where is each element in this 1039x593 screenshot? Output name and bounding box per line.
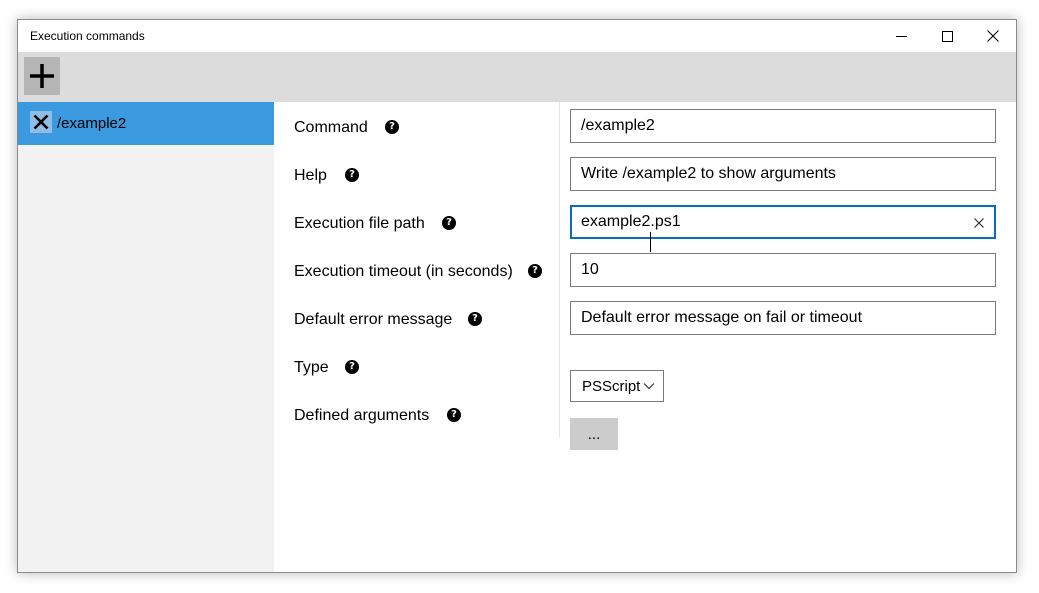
add-command-button[interactable]	[24, 57, 60, 95]
question-icon[interactable]: ?	[345, 360, 359, 374]
help-input[interactable]	[570, 157, 996, 191]
question-icon[interactable]: ?	[385, 120, 399, 134]
exec-path-label: Execution file path	[294, 215, 425, 232]
command-list: /example2	[18, 102, 274, 572]
maximize-button[interactable]	[924, 20, 970, 52]
default-error-input[interactable]	[570, 301, 996, 335]
type-selected-value: PSScript	[582, 377, 641, 395]
close-button[interactable]	[970, 20, 1016, 52]
clear-icon	[974, 218, 984, 228]
question-icon[interactable]: ?	[345, 168, 359, 182]
maximize-icon	[941, 30, 953, 42]
type-label: Type	[294, 359, 329, 376]
minimize-icon	[895, 35, 907, 37]
chevron-down-icon	[643, 383, 655, 390]
clear-input-button[interactable]	[970, 214, 988, 232]
column-divider	[559, 102, 560, 438]
delete-command-button[interactable]	[30, 111, 52, 133]
question-icon[interactable]: ?	[447, 408, 461, 422]
app-window: Execution commands /example2 Command ? /…	[17, 19, 1017, 573]
toolbar	[18, 52, 1016, 102]
exec-path-input[interactable]	[570, 205, 996, 239]
sidebar-item-label: /example2	[57, 115, 127, 132]
command-label: Command	[294, 119, 368, 136]
default-error-label: Default error message	[294, 311, 453, 328]
x-icon	[33, 114, 49, 130]
question-icon[interactable]: ?	[442, 216, 456, 230]
plus-icon	[30, 64, 54, 88]
sidebar-item-example2[interactable]: /example2	[18, 102, 274, 145]
command-details: Command ? Help ? Execution file path ? E…	[274, 102, 1016, 572]
help-label: Help	[294, 167, 327, 184]
minimize-button[interactable]	[878, 20, 924, 52]
exec-timeout-label: Execution timeout (in seconds)	[294, 263, 513, 280]
title-bar[interactable]: Execution commands	[18, 20, 1016, 52]
type-dropdown[interactable]: PSScript	[570, 370, 664, 402]
edit-arguments-button[interactable]: ...	[570, 418, 618, 450]
exec-timeout-input[interactable]	[570, 253, 996, 287]
defined-args-label: Defined arguments	[294, 407, 430, 424]
text-caret	[650, 232, 651, 252]
question-icon[interactable]: ?	[528, 264, 542, 278]
close-icon	[987, 30, 999, 42]
command-input[interactable]	[570, 109, 996, 143]
question-icon[interactable]: ?	[468, 312, 482, 326]
window-title: Execution commands	[30, 29, 145, 43]
